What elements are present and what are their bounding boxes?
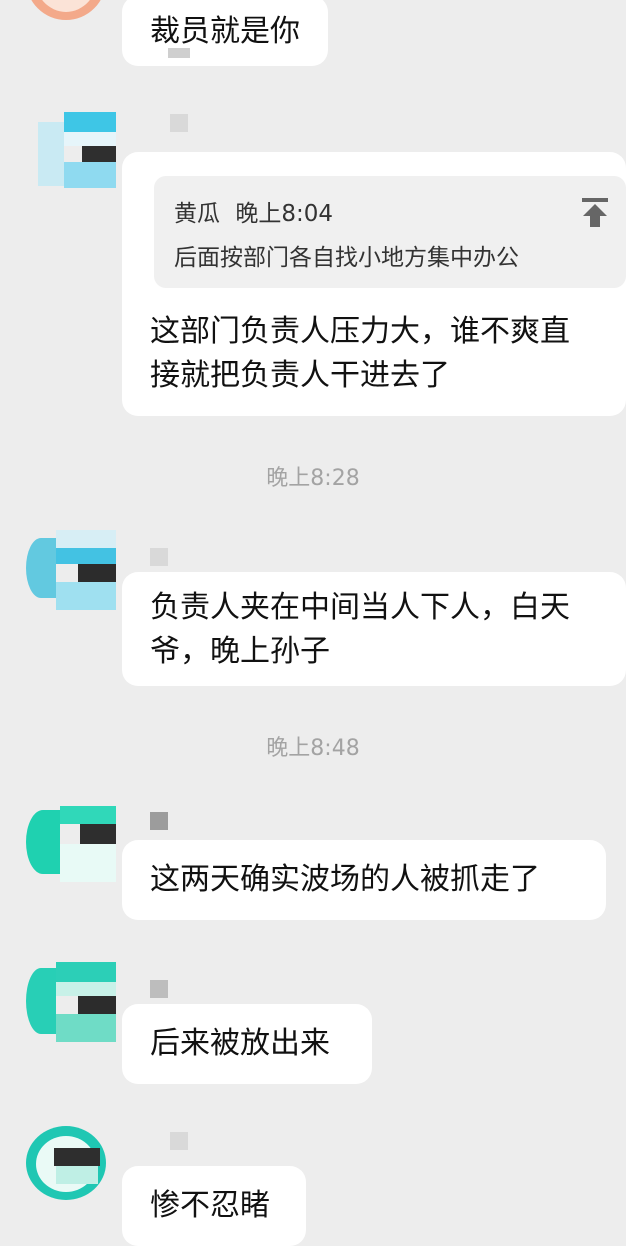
jump-to-top-icon[interactable]: [582, 198, 608, 228]
timestamp: 晚上8:48: [266, 736, 360, 761]
message-text: 这部门负责人压力大，谁不爽直 接就把负责人干进去了: [150, 310, 570, 398]
message-text-line: 爷，晚上孙子: [150, 634, 330, 669]
sender-name-redacted: [168, 48, 190, 58]
sender-name-redacted: [170, 1132, 188, 1150]
sender-name-redacted: [170, 114, 188, 132]
avatar[interactable]: [26, 806, 116, 888]
quoted-text: 后面按部门各自找小地方集中办公: [174, 245, 519, 271]
sender-name-redacted: [150, 548, 168, 566]
message-bubble[interactable]: 裁员就是你: [122, 0, 328, 66]
message-text-line: 这部门负责人压力大，谁不爽直: [150, 314, 570, 349]
quoted-time: 晚上8:04: [235, 201, 333, 227]
message-bubble[interactable]: 这两天确实波场的人被抓走了: [122, 840, 606, 920]
message-text: 惨不忍睹: [150, 1188, 270, 1223]
quoted-sender: 黄瓜: [174, 201, 220, 227]
message-text-line: 负责人夹在中间当人下人，白天: [150, 590, 570, 625]
message-bubble[interactable]: 后来被放出来: [122, 1004, 372, 1084]
avatar[interactable]: [26, 962, 116, 1044]
timestamp: 晚上8:28: [266, 466, 360, 491]
sender-name-redacted: [150, 980, 168, 998]
message-text-line: 接就把负责人干进去了: [150, 358, 450, 393]
message-text: 后来被放出来: [150, 1026, 330, 1061]
chat-thread[interactable]: 裁员就是你 黄瓜 晚上8:04 后面按部门各自找小地方集中办公 这部门负责人压力…: [0, 0, 626, 1246]
quoted-message[interactable]: 黄瓜 晚上8:04 后面按部门各自找小地方集中办公: [154, 176, 626, 288]
message-bubble[interactable]: 惨不忍睹: [122, 1166, 306, 1246]
avatar[interactable]: [26, 1126, 116, 1208]
message-text: 这两天确实波场的人被抓走了: [150, 862, 540, 897]
sender-name-redacted: [150, 812, 168, 830]
avatar[interactable]: [26, 0, 106, 20]
avatar[interactable]: [26, 530, 116, 612]
message-bubble[interactable]: 负责人夹在中间当人下人，白天 爷，晚上孙子: [122, 572, 626, 686]
avatar[interactable]: [26, 112, 116, 194]
quoted-message-header: 黄瓜 晚上8:04: [174, 194, 333, 228]
